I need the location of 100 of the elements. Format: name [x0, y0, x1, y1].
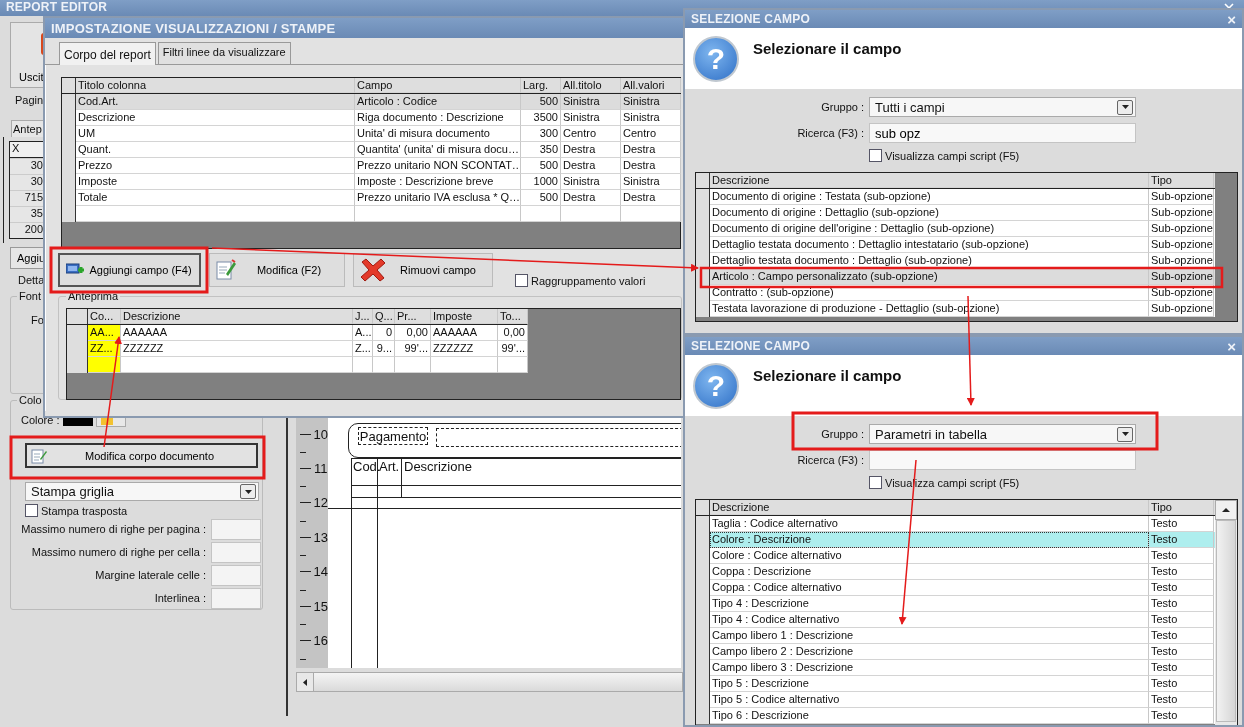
ruler-tick: [300, 624, 306, 626]
scroll-left-icon[interactable]: [303, 678, 307, 686]
table-cell: Sub-opzione: [1149, 301, 1214, 317]
notepad-pencil-icon: [216, 259, 236, 281]
dialog-heading: Selezionare il campo: [753, 367, 902, 384]
window-title: REPORT EDITOR: [6, 0, 108, 15]
table-row[interactable]: Cod.Art. Articolo : Codice 500 Sinistra Sinistra: [62, 94, 680, 110]
table-row[interactable]: Descrizione Riga documento : Descrizione 3500 Sinistra Sinistra: [62, 110, 680, 126]
dropdown-arrow-icon: [1121, 105, 1129, 109]
table-cell: 200: [10, 222, 44, 238]
column-header[interactable]: All.valori: [621, 78, 681, 93]
column-title[interactable]: Art.: [379, 459, 400, 474]
vertical-scrollbar[interactable]: [1215, 500, 1237, 725]
column-header[interactable]: Larg.: [521, 78, 561, 93]
table-row[interactable]: Taglia : Codice alternativo Testo: [696, 516, 1215, 532]
group-title: Font: [17, 290, 43, 302]
ruler-label: 10: [296, 427, 328, 441]
table-cell: [561, 206, 621, 222]
column-header[interactable]: To...: [498, 309, 528, 324]
table-row[interactable]: Campo libero 2 : Descrizione Testo: [696, 644, 1215, 660]
column-header[interactable]: Campo: [355, 78, 521, 93]
dropdown-arrow-icon: [1121, 432, 1129, 436]
input-field[interactable]: [211, 542, 261, 563]
table-cell: [88, 357, 121, 373]
column-header[interactable]: Pr...: [395, 309, 431, 324]
table-row[interactable]: Campo libero 1 : Descrizione Testo: [696, 628, 1215, 644]
transpose-checkbox[interactable]: Stampa trasposta: [25, 504, 258, 517]
column-header[interactable]: Co...: [88, 309, 121, 324]
add-field-button[interactable]: Aggiungi campo (F4): [58, 253, 201, 287]
field-label: Gruppo :: [820, 428, 864, 440]
column-header[interactable]: Tipo: [1149, 173, 1214, 188]
field-label: Massimo numero di righe per cella :: [31, 545, 206, 558]
column-header[interactable]: Titolo colonna: [76, 78, 355, 93]
table-row[interactable]: Prezzo Prezzo unitario NON SCONTAT… 500 Destra Destra: [62, 158, 680, 174]
column-title[interactable]: Descrizione: [404, 459, 472, 474]
question-icon: ?: [693, 36, 739, 82]
column-header[interactable]: Descrizione: [121, 309, 353, 324]
table-row[interactable]: Quant. Quantita' (unita' di misura docu… 350 Destra Destra: [62, 142, 680, 158]
input-field[interactable]: [211, 588, 261, 609]
horizontal-scrollbar[interactable]: [296, 672, 683, 692]
tab[interactable]: Filtri linee da visualizzare: [157, 42, 291, 64]
column-header[interactable]: Descrizione: [710, 173, 1149, 188]
edit-body-button[interactable]: Modifica corpo documento: [25, 443, 258, 468]
tab[interactable]: Corpo del report: [59, 42, 156, 65]
search-field[interactable]: sub opz: [869, 123, 1136, 143]
table-row[interactable]: Tipo 4 : Descrizione Testo: [696, 596, 1215, 612]
column-header[interactable]: Descrizione: [710, 500, 1149, 515]
ruler-tick: [300, 555, 306, 557]
remove-field-button[interactable]: Rimuovi campo: [353, 253, 493, 287]
table-cell: Testo: [1149, 708, 1214, 724]
table-row[interactable]: Colore : Codice alternativo Testo: [696, 548, 1215, 564]
chevron-icon[interactable]: [1224, 3, 1234, 9]
table-row[interactable]: Coppa : Codice alternativo Testo: [696, 580, 1215, 596]
table-row[interactable]: Tipo 6 : Descrizione Testo: [696, 708, 1215, 724]
group-values-checkbox[interactable]: Raggruppamento valori: [515, 274, 646, 287]
script-fields-checkbox[interactable]: Visualizza campi script (F5): [869, 149, 1242, 162]
table-row[interactable]: Imposte Imposte : Descrizione breve 1000 Sinistra Sinistra: [62, 174, 680, 190]
input-field[interactable]: [211, 565, 261, 586]
ruler-label: 16: [296, 633, 328, 648]
group-dropdown[interactable]: Parametri in tabella: [869, 424, 1136, 444]
table-cell: [621, 206, 681, 222]
column-header[interactable]: Q...: [373, 309, 395, 324]
search-field[interactable]: [869, 450, 1136, 470]
scroll-up-icon[interactable]: [1222, 508, 1230, 512]
payment-label[interactable]: Pagamento: [358, 427, 428, 445]
group-dropdown[interactable]: Tutti i campi: [869, 97, 1136, 117]
table-row[interactable]: Documento di origine dell'origine : Dettaglio (sub-opzione) Sub-opzione: [696, 221, 1215, 237]
column-header[interactable]: Imposte: [431, 309, 498, 324]
ruler-tick: [300, 452, 306, 453]
table-cell: [498, 357, 528, 373]
edit-button[interactable]: Modifica (F2): [209, 253, 345, 287]
grid-print-dropdown[interactable]: Stampa griglia: [25, 482, 259, 501]
row-header: [696, 708, 710, 724]
table-cell: ZZ...: [88, 341, 121, 357]
table-row[interactable]: Colore : Descrizione Testo: [696, 532, 1215, 548]
table-row[interactable]: Tipo 5 : Descrizione Testo: [696, 676, 1215, 692]
table-cell: [353, 357, 373, 373]
input-field[interactable]: [211, 519, 261, 540]
ruler-tick: [300, 658, 306, 660]
table-row[interactable]: Coppa : Descrizione Testo: [696, 564, 1215, 580]
ruler-label: 12: [296, 495, 328, 510]
table-row[interactable]: Dettaglio testata documento : Dettaglio intestatario (sub-opzione) Sub-opzione: [696, 237, 1215, 253]
table-row[interactable]: Tipo 4 : Codice alternativo Testo: [696, 612, 1215, 628]
row-header: [696, 301, 710, 317]
page-label: Pagin: [15, 94, 44, 106]
table-row[interactable]: Articolo : Campo personalizzato (sub-opzione) Sub-opzione: [696, 269, 1215, 285]
table-row[interactable]: Totale Prezzo unitario IVA esclusa * Q… 500 Destra Destra: [62, 190, 680, 206]
table-row[interactable]: Documento di origine : Dettaglio (sub-opzione) Sub-opzione: [696, 205, 1215, 221]
column-header[interactable]: J...: [353, 309, 373, 324]
column-header[interactable]: Tipo: [1149, 500, 1214, 515]
preview-tab[interactable]: Antep: [11, 120, 44, 137]
column-header: X: [10, 142, 44, 158]
column-header[interactable]: All.titolo: [561, 78, 621, 93]
table-row[interactable]: UM Unita' di misura documento 300 Centro Centro: [62, 126, 680, 142]
table-row[interactable]: Documento di origine : Testata (sub-opzione) Sub-opzione: [696, 189, 1215, 205]
table-row[interactable]: Tipo 5 : Codice alternativo Testo: [696, 692, 1215, 708]
ruler-label: 13: [296, 530, 328, 545]
table-row[interactable]: Campo libero 3 : Descrizione Testo: [696, 660, 1215, 676]
table-cell: 35: [10, 206, 44, 222]
notepad-pencil-icon: [31, 447, 47, 464]
